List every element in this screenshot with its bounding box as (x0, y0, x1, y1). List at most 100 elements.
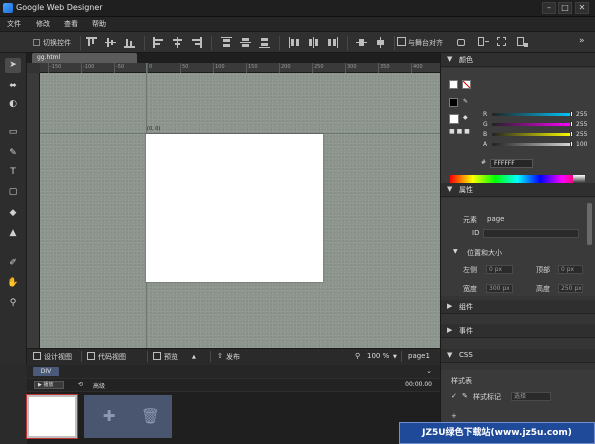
close-button[interactable]: ✕ (575, 2, 589, 14)
fill-icon[interactable]: ◆ (5, 206, 21, 221)
toolbar-overflow-icon[interactable]: » (579, 36, 585, 46)
design-page[interactable] (146, 134, 323, 282)
color-panel-header[interactable]: ▼ 颜色 (441, 53, 595, 67)
play-button[interactable]: ▶ 播放 (34, 381, 64, 389)
minimize-button[interactable]: – (542, 2, 556, 14)
menu-file[interactable]: 文件 (7, 19, 21, 29)
css-panel-header[interactable]: ▼ CSS (441, 349, 595, 363)
channel-slider[interactable] (492, 143, 572, 146)
mode-toggle[interactable]: 高级 (93, 381, 105, 390)
align-vcenter-icon[interactable] (105, 37, 116, 48)
insert-icon[interactable] (478, 37, 489, 48)
distribute-top-icon[interactable] (221, 37, 232, 48)
hand-icon[interactable]: ✋ (5, 276, 21, 291)
slider-knob[interactable] (570, 141, 573, 147)
pen-icon[interactable]: ✎ (5, 146, 21, 161)
match-height-icon[interactable] (375, 37, 386, 48)
channel-value[interactable]: 100 (576, 141, 587, 148)
align-top-icon[interactable] (86, 37, 97, 48)
edit-rule-icon[interactable]: ✎ (462, 392, 468, 400)
tag-icon[interactable]: ▭ (5, 125, 21, 140)
page-selector[interactable]: page1 (408, 352, 430, 360)
fill-swatch[interactable] (449, 80, 458, 89)
publish-button[interactable]: 发布 (226, 352, 240, 362)
left-input[interactable]: 0 px (486, 265, 513, 274)
stroke-icon[interactable]: ▲ (5, 226, 21, 241)
align-hcenter-icon[interactable] (172, 37, 183, 48)
loop-icon[interactable]: ⟲ (78, 381, 83, 388)
distribute-right-icon[interactable] (327, 37, 338, 48)
channel-slider[interactable] (492, 123, 572, 126)
menu-modify[interactable]: 修改 (36, 19, 50, 29)
section-arrow-icon[interactable]: ▼ (453, 248, 458, 255)
toggle-controls-checkbox[interactable] (33, 39, 40, 46)
channel-slider[interactable] (492, 133, 572, 136)
id-input[interactable] (483, 229, 579, 238)
top-input[interactable]: 0 px (558, 265, 583, 274)
slider-knob[interactable] (570, 111, 573, 117)
menu-help[interactable]: 帮助 (92, 19, 106, 29)
preview-dropdown-icon[interactable]: ▲ (192, 354, 196, 360)
add-page-button[interactable]: ✚ (84, 395, 134, 438)
no-color-swatch[interactable] (462, 80, 471, 89)
channel-value[interactable]: 255 (576, 131, 587, 138)
export-icon[interactable] (517, 37, 528, 48)
events-panel-header[interactable]: ▶ 事件 (441, 324, 595, 338)
tab-document[interactable]: gg.html (32, 53, 137, 63)
select-arrow-icon[interactable]: ➤ (5, 58, 21, 73)
ruler-tick-label: -50 (116, 64, 125, 70)
align-bottom-icon[interactable] (124, 37, 135, 48)
zoom-level[interactable]: 100 % (367, 352, 389, 360)
components-panel-header[interactable]: ▶ 组件 (441, 300, 595, 314)
channel-value[interactable]: 255 (576, 111, 587, 118)
text-icon[interactable]: T (5, 165, 21, 180)
properties-panel: 元素 page ID ▼ 位置和大小 左侧 0 px 顶部 0 px 宽度 30… (441, 198, 595, 296)
element-tag[interactable]: DIV (33, 367, 59, 376)
transform-3d-icon[interactable]: ⬌ (5, 79, 21, 94)
page-thumbnail[interactable] (26, 394, 78, 439)
properties-panel-header[interactable]: ▼ 属性 (441, 183, 595, 197)
distribute-hcenter-icon[interactable] (308, 37, 319, 48)
preview-button[interactable]: 预览 (164, 352, 178, 362)
zoom-icon[interactable]: ⚲ (5, 296, 21, 311)
align-right-icon[interactable] (191, 37, 202, 48)
slider-knob[interactable] (570, 131, 573, 137)
toolbar-divider (347, 36, 348, 50)
rule-selector-input[interactable]: 选择 (511, 392, 551, 401)
rotate-3d-icon[interactable]: ◐ (5, 97, 21, 112)
gradient-swatch-icons[interactable]: ■ ■ ■ (449, 128, 470, 135)
trash-icon: 🗑 (140, 407, 161, 425)
current-color-swatch[interactable] (449, 114, 459, 124)
maximize-button[interactable]: □ (558, 2, 572, 14)
collapse-icon[interactable]: ⌄ (426, 367, 432, 375)
wrap-icon[interactable] (457, 37, 468, 48)
rule-checkbox[interactable]: ✓ (451, 392, 457, 400)
shape-icon[interactable]: ▢ (5, 185, 21, 200)
document-tabs: gg.html (27, 53, 440, 63)
group-icon[interactable] (497, 37, 508, 48)
stroke-swatch[interactable] (449, 98, 458, 107)
menu-view[interactable]: 查看 (64, 19, 78, 29)
align-left-icon[interactable] (153, 37, 164, 48)
distribute-bottom-icon[interactable] (259, 37, 270, 48)
paint-bucket-icon[interactable]: ◆ (463, 114, 468, 121)
align-to-stage-icon[interactable] (397, 37, 408, 48)
distribute-vcenter-icon[interactable] (240, 37, 251, 48)
width-input[interactable]: 300 px (486, 284, 513, 293)
zoom-dropdown-icon[interactable]: ▼ (393, 354, 397, 360)
design-view-tab[interactable]: 设计视图 (44, 352, 72, 362)
distribute-left-icon[interactable] (289, 37, 300, 48)
channel-value[interactable]: 255 (576, 121, 587, 128)
color-picker-icon[interactable]: ✐ (5, 256, 21, 271)
hex-input[interactable]: FFFFFF (490, 159, 533, 168)
match-width-icon[interactable] (356, 37, 367, 48)
element-value: page (487, 215, 505, 223)
slider-knob[interactable] (570, 121, 573, 127)
channel-slider[interactable] (492, 113, 572, 116)
height-input[interactable]: 250 px (558, 284, 583, 293)
delete-page-button[interactable]: 🗑 (129, 395, 172, 438)
pen-tool-icon[interactable]: ✎ (463, 98, 468, 105)
code-view-tab[interactable]: 代码视图 (98, 352, 126, 362)
add-rule-button[interactable]: + (451, 412, 457, 420)
properties-scrollbar[interactable] (587, 203, 592, 245)
